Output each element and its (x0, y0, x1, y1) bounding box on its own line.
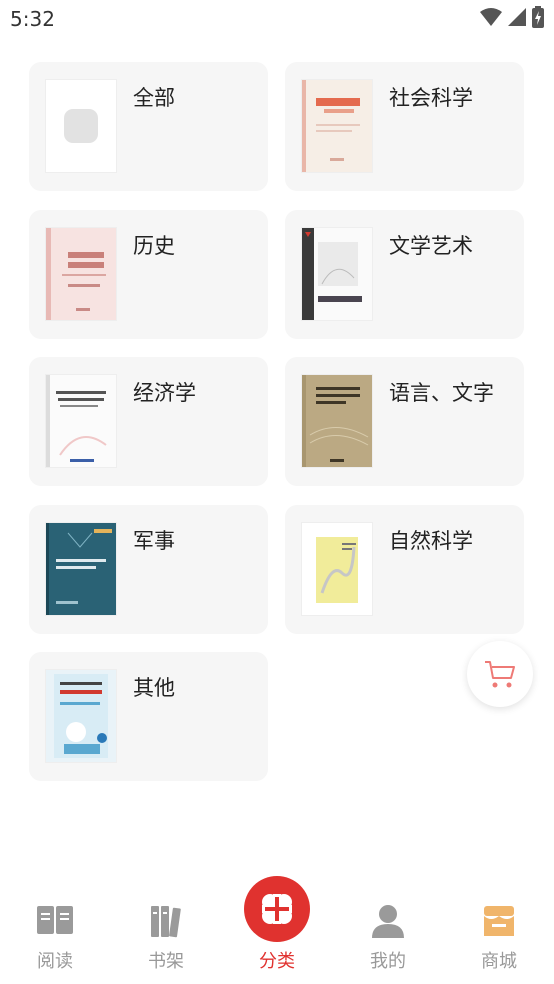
clover-placeholder-icon (64, 109, 98, 143)
book-cover-image (302, 375, 372, 467)
book-cover-image (46, 375, 116, 467)
tab-label: 阅读 (37, 951, 73, 972)
tab-mine[interactable]: 我的 (333, 880, 443, 980)
category-icon (244, 876, 310, 942)
tab-bookshelf[interactable]: 书架 (111, 880, 221, 980)
category-label: 全部 (133, 86, 175, 110)
signal-icon (508, 8, 526, 26)
status-time: 5:32 (10, 7, 55, 31)
category-label: 经济学 (133, 381, 196, 405)
book-cover-image (302, 80, 372, 172)
category-card-military[interactable]: 军事 (29, 505, 268, 634)
category-card-natural-science[interactable]: 自然科学 (285, 505, 524, 634)
tab-label: 商城 (481, 951, 517, 972)
category-label: 军事 (133, 529, 175, 553)
status-bar: 5:32 (0, 0, 554, 40)
category-card-social-science[interactable]: 社会科学 (285, 62, 524, 191)
book-cover-image (46, 228, 116, 320)
wifi-icon (480, 8, 502, 26)
user-icon (372, 905, 404, 938)
category-card-history[interactable]: 历史 (29, 210, 268, 339)
tab-label: 书架 (148, 951, 184, 972)
status-icons (480, 6, 544, 28)
category-card-all[interactable]: 全部 (29, 62, 268, 191)
book-cover-image (302, 228, 372, 320)
category-label: 其他 (133, 676, 175, 700)
tab-store[interactable]: 商城 (444, 880, 554, 980)
tab-label: 分类 (259, 951, 295, 972)
book-cover-image (302, 523, 372, 615)
tab-read[interactable]: 阅读 (0, 880, 110, 980)
tab-label: 我的 (370, 951, 406, 972)
category-label: 语言、文字 (389, 381, 494, 405)
book-cover-image (46, 670, 116, 762)
shopping-cart-icon (485, 661, 515, 688)
category-all-cover (46, 80, 116, 172)
category-card-language[interactable]: 语言、文字 (285, 357, 524, 486)
category-label: 社会科学 (389, 86, 473, 110)
category-card-literature-art[interactable]: 文学艺术 (285, 210, 524, 339)
battery-icon (532, 6, 544, 28)
cart-button[interactable] (467, 641, 533, 707)
store-icon (484, 906, 514, 936)
category-label: 历史 (133, 234, 175, 258)
book-open-icon (37, 906, 73, 934)
category-card-economics[interactable]: 经济学 (29, 357, 268, 486)
tab-category[interactable]: 分类 (222, 876, 332, 980)
category-label: 自然科学 (389, 529, 473, 553)
book-cover-image (46, 523, 116, 615)
category-card-other[interactable]: 其他 (29, 652, 268, 781)
bookshelf-icon (151, 906, 181, 938)
category-label: 文学艺术 (389, 234, 473, 258)
bottom-tab-bar: 阅读 书架 分类 我的 商城 (0, 876, 554, 984)
